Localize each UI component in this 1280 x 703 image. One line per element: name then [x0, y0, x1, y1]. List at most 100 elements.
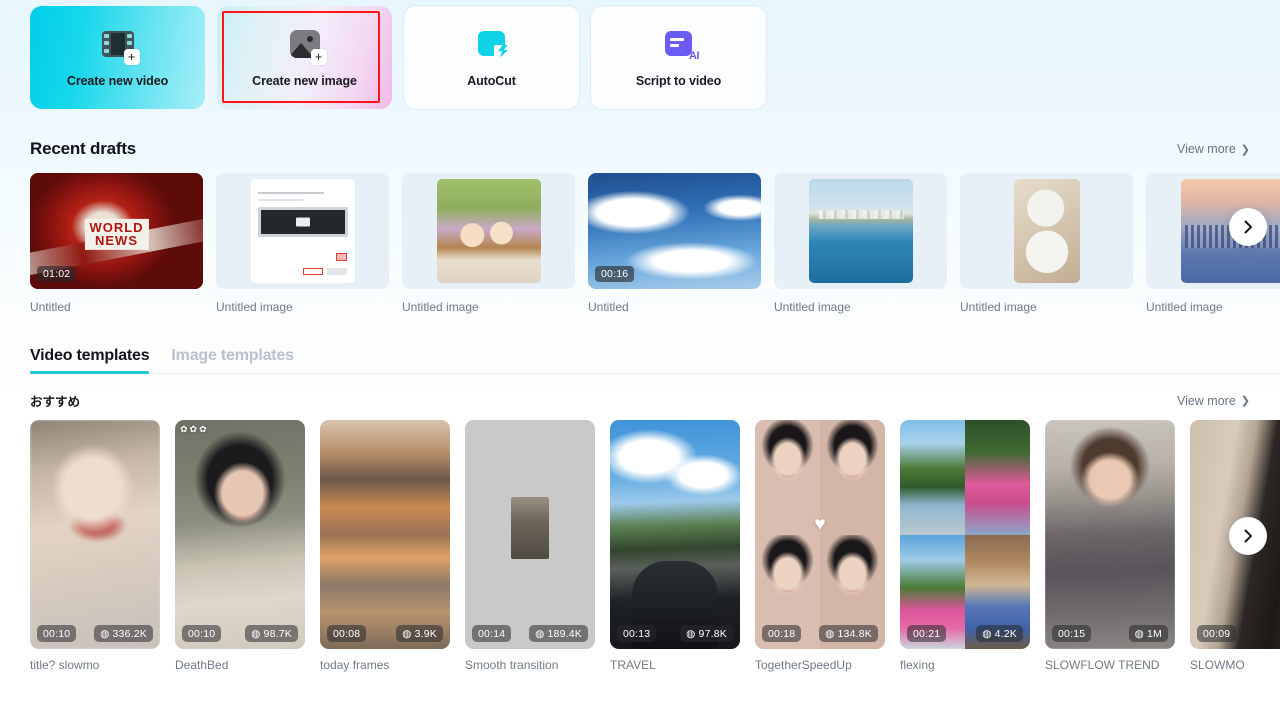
autocut-card[interactable]: AutoCut [404, 6, 579, 109]
draft-thumbnail[interactable] [216, 173, 389, 289]
autocut-lightning-icon [474, 28, 510, 62]
template-uses-text: 97.8K [698, 627, 727, 640]
fire-icon: ◍ [251, 627, 261, 640]
recent-drafts-header: Recent drafts View more ❯ [30, 139, 1250, 159]
tab-image-templates[interactable]: Image templates [171, 347, 294, 373]
template-name: today frames [320, 658, 390, 672]
fire-icon: ◍ [402, 627, 412, 640]
template-duration-text: 00:18 [768, 627, 796, 640]
draft-duration-badge: 00:16 [595, 266, 635, 282]
template-duration-text: 00:10 [43, 627, 71, 640]
star-icon: ✿ [189, 424, 198, 434]
draft-name: Untitled [30, 300, 71, 314]
template-uses-text: 1M [1147, 627, 1162, 640]
draft-card[interactable]: Untitled image [216, 173, 389, 318]
template-artwork [1045, 420, 1175, 649]
template-uses-text: 189.4K [547, 627, 582, 640]
draft-name: Untitled image [960, 300, 1037, 314]
chevron-right-icon: ❯ [1240, 143, 1250, 156]
draft-thumbnail[interactable] [402, 173, 575, 289]
template-thumbnail[interactable]: 00:13 ◍ 97.8K [610, 420, 740, 649]
draft-inner-image [436, 179, 541, 283]
template-duration-text: 00:10 [188, 627, 216, 640]
template-uses-text: 4.2K [994, 627, 1017, 640]
draft-name: Untitled [588, 300, 629, 314]
template-card[interactable]: 00:10 ◍ 336.2K title? slowmo [30, 420, 160, 680]
draft-artwork [250, 179, 355, 283]
template-duration-text: 00:15 [1058, 627, 1086, 640]
fire-icon: ◍ [686, 627, 696, 640]
template-uses-badge: ◍ 4.2K [976, 625, 1023, 642]
template-thumbnail[interactable]: 00:21 ◍ 4.2K [900, 420, 1030, 649]
template-card[interactable]: 00:08 ◍ 3.9K today frames [320, 420, 450, 680]
recent-drafts-next-button[interactable] [1229, 208, 1267, 246]
template-badges: 00:18 ◍ 134.8K [762, 625, 878, 642]
template-name: DeathBed [175, 658, 229, 672]
template-uses-text: 336.2K [112, 627, 147, 640]
fire-icon: ◍ [535, 627, 545, 640]
create-new-image-card[interactable]: + Create new image [217, 6, 392, 109]
draft-card[interactable]: Untitled image [402, 173, 575, 318]
template-card[interactable]: 00:15 ◍ 1M SLOWFLOW TREND [1045, 420, 1175, 680]
view-more-label: View more [1176, 393, 1236, 408]
draft-artwork [808, 179, 913, 283]
template-uses-text: 98.7K [263, 627, 292, 640]
template-duration-badge: 00:15 [1052, 625, 1092, 642]
template-uses-text: 134.8K [837, 627, 872, 640]
template-duration-badge: 00:14 [472, 625, 512, 642]
templates-view-more[interactable]: View more ❯ [1177, 394, 1250, 408]
template-duration-badge: 00:10 [182, 625, 222, 642]
draft-thumbnail[interactable] [774, 173, 947, 289]
draft-name: Untitled image [216, 300, 293, 314]
script-ai-icon: AI [661, 28, 700, 62]
template-duration-text: 00:13 [623, 627, 651, 640]
template-thumbnail[interactable]: 00:10 ◍ 336.2K [30, 420, 160, 649]
templates-carousel[interactable]: 00:10 ◍ 336.2K title? slowmo ✿ ✿ ✿ 00:10 ◍ 98.7K D… [30, 420, 1280, 680]
draft-thumbnail[interactable]: 00:16 [588, 173, 761, 289]
photo-plus-icon: + [287, 28, 327, 65]
template-card[interactable]: 00:14 ◍ 189.4K Smooth transition [465, 420, 595, 680]
template-uses-badge: ◍ 134.8K [819, 625, 878, 642]
template-uses-badge: ◍ 336.2K [94, 625, 153, 642]
draft-name: Untitled image [1146, 300, 1223, 314]
create-new-video-card[interactable]: + Create new video [30, 6, 205, 109]
template-uses-badge: ◍ 3.9K [396, 625, 443, 642]
tab-video-templates[interactable]: Video templates [30, 347, 150, 374]
template-uses-badge: ◍ 189.4K [529, 625, 588, 642]
template-uses-badge: ◍ 98.7K [245, 625, 298, 642]
recent-drafts-view-more[interactable]: View more ❯ [1177, 142, 1250, 156]
template-badges: 00:21 ◍ 4.2K [907, 625, 1023, 642]
draft-thumbnail[interactable]: WORLD NEWS 01:02 [30, 173, 203, 289]
template-duration-text: 00:08 [333, 627, 361, 640]
template-badges: 00:10 ◍ 98.7K [182, 625, 298, 642]
template-thumbnail[interactable]: 00:14 ◍ 189.4K [465, 420, 595, 649]
template-thumbnail[interactable]: 00:15 ◍ 1M [1045, 420, 1175, 649]
draft-card[interactable]: Untitled image [774, 173, 947, 318]
template-card[interactable]: ♥ 00:18 ◍ 134.8K TogetherSpeedUp [755, 420, 885, 680]
template-thumbnail[interactable]: ✿ ✿ ✿ 00:10 ◍ 98.7K [175, 420, 305, 649]
template-name: Smooth transition [465, 658, 559, 672]
draft-card[interactable]: Untitled image [960, 173, 1133, 318]
template-card[interactable]: 00:13 ◍ 97.8K TRAVEL [610, 420, 740, 680]
template-thumbnail[interactable]: ♥ 00:18 ◍ 134.8K [755, 420, 885, 649]
template-badges: 00:13 ◍ 97.8K [617, 625, 733, 642]
template-card[interactable]: 00:21 ◍ 4.2K flexing [900, 420, 1030, 680]
fire-icon: ◍ [825, 627, 835, 640]
script-to-video-label: Script to video [635, 73, 722, 88]
template-name: SLOWMO [1190, 658, 1245, 672]
templates-next-button[interactable] [1229, 517, 1267, 555]
view-more-label: View more [1176, 142, 1236, 156]
script-to-video-card[interactable]: AI Script to video [591, 6, 766, 109]
plus-icon: + [310, 48, 327, 65]
draft-card[interactable]: 00:16 Untitled [588, 173, 761, 318]
autocut-label: AutoCut [467, 73, 516, 88]
draft-card[interactable]: Untitled image [1146, 173, 1280, 318]
template-card[interactable]: ✿ ✿ ✿ 00:10 ◍ 98.7K DeathBed [175, 420, 305, 680]
create-new-video-label: Create new video [66, 73, 169, 88]
recent-drafts-carousel[interactable]: WORLD NEWS 01:02 Untitled Untitled image Unti… [30, 173, 1280, 318]
draft-duration-badge: 01:02 [37, 266, 77, 282]
draft-card[interactable]: WORLD NEWS 01:02 Untitled [30, 173, 203, 318]
template-thumbnail[interactable]: 00:08 ◍ 3.9K [320, 420, 450, 649]
plus-icon: + [123, 48, 140, 65]
draft-thumbnail[interactable] [960, 173, 1133, 289]
